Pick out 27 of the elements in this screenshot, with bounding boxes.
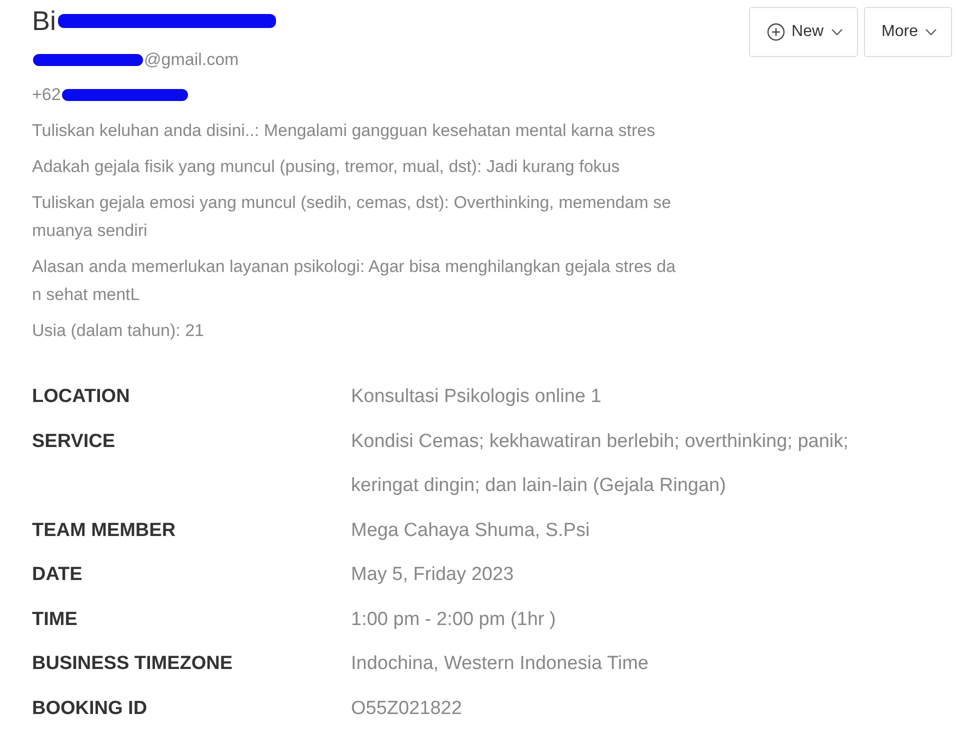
answer-text: Usia (dalam tahun): 21: [32, 320, 205, 342]
detail-value: 1:00 pm - 2:00 pm (1hr ): [351, 608, 557, 632]
detail-value: Konsultasi Psikologis online 1: [351, 385, 602, 409]
detail-label: BUSINESS TIMEZONE: [32, 652, 234, 676]
answer-text: Tuliskan keluhan anda disini..: Mengalami gangguan kesehatan mental karna stres: [32, 120, 656, 142]
contact-email: @gmail.com: [144, 50, 239, 70]
detail-label: TEAM MEMBER: [32, 518, 177, 542]
detail-value: Indochina, Western Indonesia Time: [351, 652, 650, 676]
chevron-down-icon: [830, 28, 843, 36]
detail-value: Kondisi Cemas; kekhawatiran berlebih; overthinking; panik; keringat dingin; dan lain-lain (Gejala Ringan): [351, 430, 850, 498]
detail-value: O55Z021822: [351, 696, 463, 720]
detail-label: SERVICE: [32, 430, 116, 454]
detail-value: May 5, Friday 2023: [351, 563, 515, 587]
answer-text: Adakah gejala fisik yang muncul (pusing, tremor, mual, dst): Jadi kurang fokus: [32, 156, 621, 178]
chevron-down-icon: [925, 28, 937, 36]
answer-text: Alasan anda memerlukan layanan psikologi: Agar bisa menghilangkan gejala stres da n sehat mentL: [32, 256, 677, 306]
detail-label: DATE: [32, 563, 84, 587]
plus-circle-icon: [766, 23, 785, 41]
contact-name: Bi: [32, 6, 56, 36]
detail-label: TIME: [32, 608, 78, 632]
detail-value: Mega Cahaya Shuma, S.Psi: [351, 518, 591, 542]
detail-label: BOOKING ID: [32, 696, 148, 720]
detail-label: LOCATION: [32, 385, 131, 409]
contact-phone: +62: [32, 84, 61, 104]
new-button[interactable]: New: [748, 7, 858, 57]
answer-text: Tuliskan gejala emosi yang muncul (sedih, cemas, dst): Overthinking, memendam se muanya sendiri: [32, 192, 672, 242]
more-button[interactable]: More: [864, 7, 952, 57]
